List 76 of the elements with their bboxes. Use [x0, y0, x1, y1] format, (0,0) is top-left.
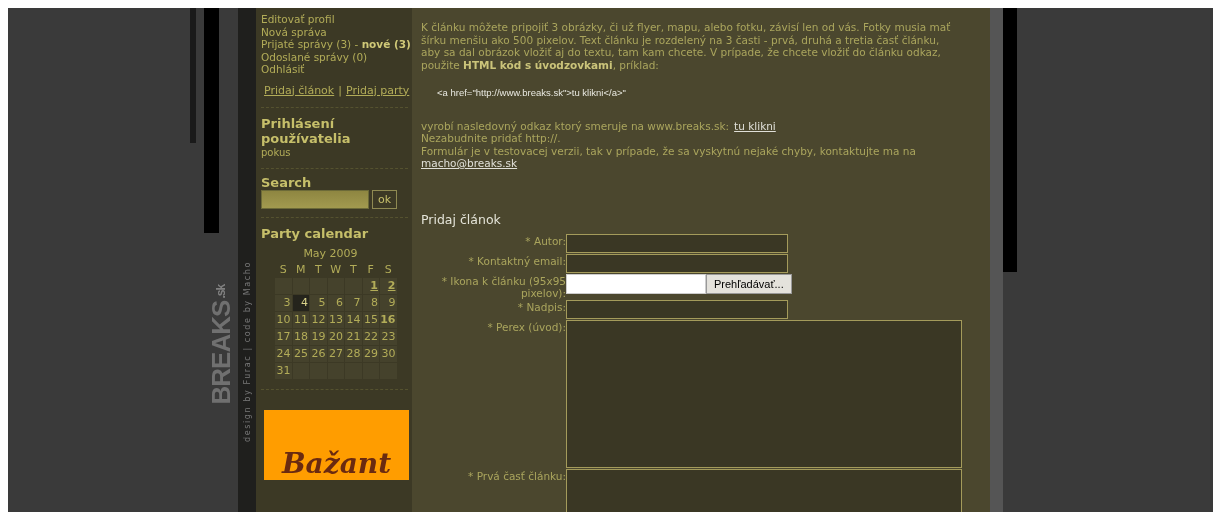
calendar-day[interactable]: 25	[292, 345, 309, 362]
reminder-text: Nezabudnite pridať http://.	[421, 132, 562, 145]
menu-link[interactable]: Nová správa	[261, 25, 412, 38]
calendar-day[interactable]: 23	[380, 328, 397, 345]
user-name: pokus	[261, 146, 292, 158]
calendar-day[interactable]: 21	[345, 328, 362, 345]
calendar-day[interactable]: 24	[275, 345, 292, 362]
input-field[interactable]	[566, 234, 788, 253]
calendar-day[interactable]: 22	[362, 328, 379, 345]
field-label: * Perex (úvod):	[486, 320, 566, 334]
calendar-day[interactable]: 2	[380, 277, 397, 294]
calendar-day[interactable]: 16	[380, 311, 397, 328]
logo-suffix: .sk	[213, 285, 229, 299]
menu-link[interactable]: Odhlásiť	[261, 63, 412, 76]
calendar-day[interactable]: 9	[380, 294, 397, 311]
calendar-day[interactable]: 5	[310, 294, 327, 311]
textarea-field[interactable]	[566, 320, 962, 468]
calendar-day[interactable]: 12	[310, 311, 327, 328]
credits-text: design by Furac | code by Macho	[242, 261, 252, 442]
calendar-day[interactable]: 20	[327, 328, 344, 345]
calendar-day[interactable]: 28	[345, 345, 362, 362]
menu-link[interactable]: Odoslané správy (0)	[261, 50, 412, 63]
calendar-day[interactable]: 27	[327, 345, 344, 362]
result-text: vyrobí nasledovný odkaz ktorý smeruje na www.breaks.sk:	[421, 119, 730, 132]
notice-text: Formulár je v testovacej verzii, tak v prípade, že sa vyskytnú nejaké chyby, kontaktujte ma na	[421, 144, 917, 157]
field-label: * Ikona k článku (95x95 pixelov):	[440, 274, 566, 299]
calendar-month: May 2009	[302, 246, 359, 260]
calendar-day[interactable]: 1	[362, 277, 379, 294]
search-button[interactable]: ok	[372, 189, 398, 209]
file-field[interactable]	[566, 274, 706, 294]
section-title: Prihlásení používatelia	[261, 115, 352, 146]
ad-banner[interactable]: Bažant	[264, 409, 409, 480]
code-example: <a href="http://www.breaks.sk">tu klikni</a>"	[437, 87, 627, 100]
weekday-label: S	[383, 261, 393, 277]
calendar-day[interactable]: 3	[275, 294, 292, 311]
calendar-day[interactable]: 13	[327, 311, 344, 328]
input-field[interactable]	[566, 254, 788, 273]
menu-link[interactable]: Prijaté správy (3) - nové (3)	[261, 38, 412, 51]
calendar-day[interactable]: 6	[327, 294, 344, 311]
weekday-label: W	[329, 261, 343, 277]
browse-button[interactable]: Prehľadávať...	[706, 274, 792, 294]
calendar-day[interactable]: 30	[380, 345, 397, 362]
calendar-day[interactable]: 26	[310, 345, 327, 362]
form-title: Pridaj článok	[421, 213, 502, 226]
input-field[interactable]	[566, 300, 788, 319]
search-field[interactable]	[261, 189, 369, 209]
field-label: * Kontaktný email:	[467, 254, 566, 268]
section-title: Search	[261, 174, 313, 190]
calendar-day[interactable]: 15	[362, 311, 379, 328]
calendar-day[interactable]: 7	[345, 294, 362, 311]
menu-link[interactable]: Editovať profil	[261, 13, 412, 26]
weekday-label: M	[295, 261, 307, 277]
weekday-label: F	[366, 261, 375, 277]
email-link[interactable]: macho@breaks.sk	[421, 157, 518, 169]
calendar-day[interactable]: 10	[275, 311, 292, 328]
calendar-day[interactable]: 11	[292, 311, 309, 328]
field-label: * Nadpis:	[516, 300, 566, 314]
section-title: Party calendar	[261, 225, 370, 241]
calendar-day[interactable]: 31	[275, 362, 292, 379]
calendar-day[interactable]: 17	[275, 328, 292, 345]
action-link[interactable]: Pridaj party	[345, 83, 410, 97]
separator-text: |	[338, 83, 342, 97]
intro-text: K článku môžete pripojiť 3 obrázky, či už flyer, mapu, alebo fotku, závisí len od vás. Fotky musia mať šírku menšiu ako 500 pixelov. Text článku je rozdelený na 3 časti - prvá, druhá a tretia časť článku, aby sa dal obrázok vložiť aj do textu, tam kam chcete. V prípade, že chcete vložiť do článku odkaz, použite HTML kód s úvodzovkami, príklad:	[421, 21, 952, 71]
calendar-day[interactable]: 29	[362, 345, 379, 362]
weekday-label: T	[348, 261, 358, 277]
field-label: * Autor:	[524, 234, 566, 248]
field-label: * Prvá časť článku:	[467, 469, 566, 483]
calendar-day[interactable]: 18	[292, 328, 309, 345]
calendar-day[interactable]: 19	[310, 328, 327, 345]
action-link[interactable]: Pridaj článok	[264, 83, 335, 97]
weekday-label: S	[278, 261, 288, 277]
example-link[interactable]: tu klikni	[734, 119, 776, 132]
calendar-day[interactable]: 4	[292, 294, 309, 311]
weekday-label: T	[313, 261, 323, 277]
calendar-day[interactable]: 8	[362, 294, 379, 311]
calendar-day[interactable]: 14	[345, 311, 362, 328]
